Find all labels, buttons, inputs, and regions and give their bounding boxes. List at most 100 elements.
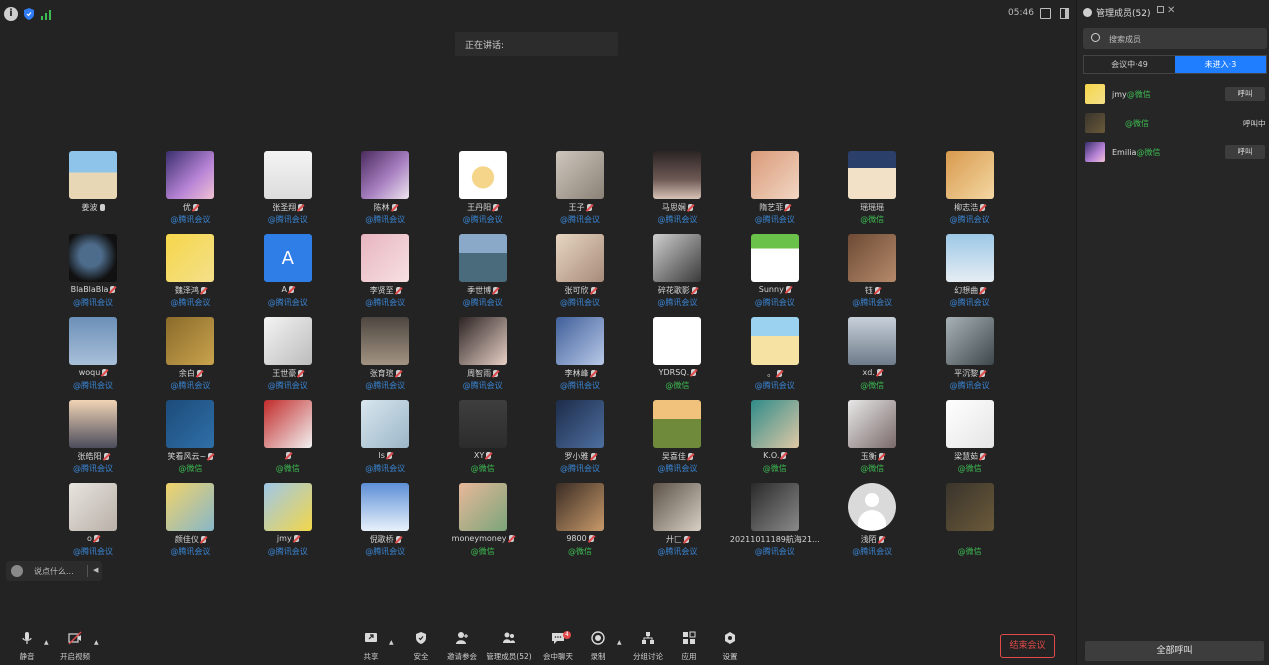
participant-tile[interactable]: @微信 <box>240 399 336 479</box>
mute-button[interactable]: 静音 <box>2 631 52 662</box>
participant-tile[interactable]: 柳志浩 @腾讯会议 <box>922 150 1018 230</box>
participant-tile[interactable]: xd. @微信 <box>824 316 920 396</box>
fullscreen-icon[interactable] <box>1040 8 1051 19</box>
mute-options-caret[interactable]: ▲ <box>44 639 49 646</box>
participant-name: A <box>240 285 336 294</box>
member-row[interactable]: jmy@微信 呼叫 <box>1083 82 1267 106</box>
participant-tile[interactable]: 9800 @微信 <box>532 482 628 562</box>
participant-tile[interactable]: 幻想曲 @腾讯会议 <box>922 233 1018 313</box>
participant-tile[interactable]: 罗小雅 @腾讯会议 <box>532 399 628 479</box>
mic-muted-icon <box>590 370 596 377</box>
call-button[interactable]: 呼叫 <box>1225 87 1265 101</box>
mic-muted-icon <box>777 370 783 377</box>
participant-tile[interactable]: 王子 @腾讯会议 <box>532 150 628 230</box>
participant-tile[interactable]: woqu @腾讯会议 <box>45 316 141 396</box>
participant-tile[interactable]: XY @微信 <box>435 399 531 479</box>
participant-tile[interactable]: 陈林 @腾讯会议 <box>337 150 433 230</box>
participant-name-text: 罗小雅 <box>564 452 589 461</box>
participant-tile[interactable]: ls @腾讯会议 <box>337 399 433 479</box>
member-row[interactable]: @微信 呼叫中 <box>1083 111 1267 135</box>
participant-name-text: 幻想曲 <box>954 286 979 295</box>
share-button[interactable]: 共享 <box>346 631 396 662</box>
participant-tile[interactable]: 张皓阳 @腾讯会议 <box>45 399 141 479</box>
participant-tile[interactable]: 吴喜佳 @腾讯会议 <box>629 399 725 479</box>
mic-muted-icon <box>391 204 397 211</box>
chat-input[interactable]: 说点什么... ◀ <box>6 561 102 581</box>
participant-tile[interactable]: 李林峰 @腾讯会议 <box>532 316 628 396</box>
participant-tile[interactable]: 20211011189航海21... @腾讯会议 <box>727 482 823 562</box>
microphone-icon <box>22 632 32 644</box>
member-search-input[interactable]: 搜索成员 <box>1083 28 1267 49</box>
participant-tile[interactable]: 姜波 <box>45 150 141 230</box>
participant-tile[interactable]: A A @腾讯会议 <box>240 233 336 313</box>
participant-tile[interactable]: 魏泽鸿 @腾讯会议 <box>142 233 238 313</box>
participant-name: 马思娴 <box>629 202 725 213</box>
participant-name-text: K.O. <box>763 451 780 460</box>
mic-muted-icon <box>878 536 884 543</box>
participant-tile[interactable]: o @腾讯会议 <box>45 482 141 562</box>
participant-name: 王子 <box>532 202 628 213</box>
participant-tile[interactable]: 碎花歌影 @腾讯会议 <box>629 233 725 313</box>
participant-tile[interactable]: 季世博 @腾讯会议 <box>435 233 531 313</box>
participant-tile[interactable]: BlaBlaBla @腾讯会议 <box>45 233 141 313</box>
call-all-button[interactable]: 全部呼叫 <box>1085 641 1264 661</box>
shield-icon[interactable] <box>22 7 36 21</box>
participant-tile[interactable]: 倪歌桥 @腾讯会议 <box>337 482 433 562</box>
participant-tile[interactable]: 周智雨 @腾讯会议 <box>435 316 531 396</box>
participant-tile[interactable]: @微信 <box>922 482 1018 562</box>
collapse-chat-icon[interactable]: ◀ <box>93 566 98 574</box>
participant-platform: @微信 <box>470 464 495 473</box>
settings-button[interactable]: 设置 <box>705 631 755 662</box>
participant-tile[interactable]: Sunny @腾讯会议 <box>727 233 823 313</box>
participant-tile[interactable]: 王世豪 @腾讯会议 <box>240 316 336 396</box>
participant-tile[interactable]: 张可欣 @腾讯会议 <box>532 233 628 313</box>
participant-name: jmy <box>240 534 336 543</box>
participant-tile[interactable]: 隋艺菲 @腾讯会议 <box>727 150 823 230</box>
close-icon[interactable]: ✕ <box>1167 5 1175 16</box>
participant-tile[interactable]: YDRSQ. @微信 <box>629 316 725 396</box>
call-button[interactable]: 呼叫 <box>1225 145 1265 159</box>
participant-tile[interactable]: 瑶瑶瑶 @微信 <box>824 150 920 230</box>
participant-tile[interactable]: moneymoney @微信 <box>435 482 531 562</box>
participant-name-text: 姜波 <box>81 203 98 212</box>
avatar <box>361 483 410 531</box>
avatar <box>69 317 117 365</box>
avatar <box>166 483 215 531</box>
participant-tile[interactable]: 平沉黎 @腾讯会议 <box>922 316 1018 396</box>
tab-in-meeting[interactable]: 会议中·49 <box>1084 56 1175 73</box>
info-icon[interactable]: i <box>4 7 18 21</box>
video-options-caret[interactable]: ▲ <box>94 639 99 646</box>
invite-button[interactable]: 邀请参会 <box>437 631 487 662</box>
participant-platform: @腾讯会议 <box>657 547 698 556</box>
member-row[interactable]: Emilia@微信 呼叫 <box>1083 140 1267 164</box>
participant-tile[interactable]: 浅陌 @腾讯会议 <box>824 482 920 562</box>
participant-tile[interactable]: 李贤至 @腾讯会议 <box>337 233 433 313</box>
video-button[interactable]: 开启视频 <box>50 631 100 662</box>
participant-tile[interactable]: 优 @腾讯会议 <box>142 150 238 230</box>
participant-name: 。 <box>727 368 823 379</box>
popout-icon[interactable] <box>1157 6 1164 13</box>
participant-tile[interactable]: 笑看风云~ @微信 <box>142 399 238 479</box>
participant-tile[interactable]: 玉衡 @微信 <box>824 399 920 479</box>
participant-tile[interactable]: 张育瑄 @腾讯会议 <box>337 316 433 396</box>
participant-tile[interactable]: 。 @腾讯会议 <box>727 316 823 396</box>
share-options-caret[interactable]: ▲ <box>389 639 394 646</box>
participant-tile[interactable]: 梁慧茹 @微信 <box>922 399 1018 479</box>
record-options-caret[interactable]: ▲ <box>617 639 622 646</box>
tab-not-joined[interactable]: 未进入·3 <box>1175 56 1266 73</box>
emoji-icon[interactable] <box>11 565 23 577</box>
participant-tile[interactable]: 张圣翔 @腾讯会议 <box>240 150 336 230</box>
participant-tile[interactable]: 余白 @腾讯会议 <box>142 316 238 396</box>
avatar <box>750 234 799 282</box>
participant-tile[interactable]: 马思娴 @腾讯会议 <box>629 150 725 230</box>
record-button[interactable]: 录制 <box>573 631 623 662</box>
end-meeting-button[interactable]: 结束会议 <box>1000 634 1055 658</box>
layout-icon[interactable] <box>1060 8 1069 19</box>
participant-tile[interactable]: 钰 @腾讯会议 <box>824 233 920 313</box>
participant-tile[interactable]: K.O. @微信 <box>727 399 823 479</box>
participant-tile[interactable]: 王丹阳 @腾讯会议 <box>435 150 531 230</box>
members-button[interactable]: 管理成员(52) <box>484 631 534 662</box>
participant-tile[interactable]: 颜佳仪 @腾讯会议 <box>142 482 238 562</box>
participant-tile[interactable]: jmy @腾讯会议 <box>240 482 336 562</box>
participant-tile[interactable]: 廾匚 @腾讯会议 <box>629 482 725 562</box>
